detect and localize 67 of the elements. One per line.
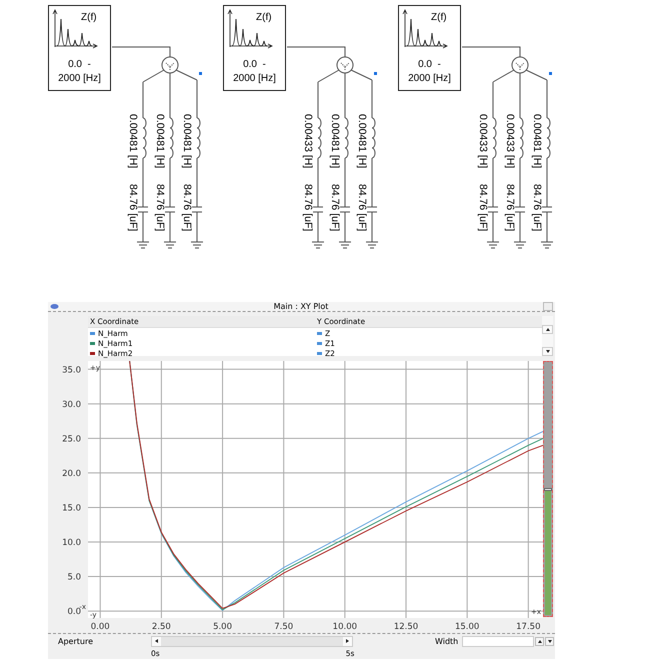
meter-title: Z(f): [81, 12, 97, 23]
meter-title: Z(f): [256, 12, 272, 23]
series-swatch: [317, 342, 322, 344]
zoom-slider[interactable]: [543, 361, 553, 617]
aperture-scrollbar[interactable]: [151, 636, 353, 646]
spectrum-icon: [52, 9, 98, 49]
window-title: Main : XY Plot: [272, 302, 330, 311]
inductance-label: 0.00481 [H]: [154, 114, 166, 168]
frequency-range-start: 0.0 -: [418, 58, 441, 71]
scroll-up-button[interactable]: [542, 325, 553, 334]
inductance-label: 0.00433 [H]: [504, 114, 516, 168]
inductance-label: 0.00481 [H]: [356, 114, 368, 168]
capacitance-label: 84.76 [uF]: [504, 184, 516, 232]
inductance-label: 0.00433 [H]: [477, 114, 489, 168]
aperture-label: Aperture: [57, 636, 94, 646]
spectrum-icon: [402, 9, 448, 49]
frequency-range-start: 0.0 -: [243, 58, 266, 71]
capacitance-label: 84.76 [uF]: [154, 184, 166, 232]
inductance-label: 0.00481 [H]: [329, 114, 341, 168]
inductance-label: 0.00433 [H]: [302, 114, 314, 168]
frequency-range-start: 0.0 -: [68, 58, 91, 71]
meter-title: Z(f): [431, 12, 447, 23]
frequency-range-end: 2000 [Hz]: [233, 72, 276, 85]
capacitance-label: 84.76 [uF]: [477, 184, 489, 232]
y-tick-label: 5.0: [67, 572, 81, 583]
width-input[interactable]: [462, 636, 534, 646]
increment-button[interactable]: [535, 636, 544, 646]
x-tick-label: 12.50: [394, 622, 418, 632]
capacitance-label: 84.76 [uF]: [302, 184, 314, 232]
scrollbar[interactable]: [542, 316, 553, 356]
inductance-label: 0.00481 [H]: [181, 114, 193, 168]
x-tick-label: 7.50: [274, 622, 294, 632]
node-marker-icon: [199, 72, 202, 75]
x-tick-label: 10.00: [332, 622, 358, 632]
frequency-range-end: 2000 [Hz]: [58, 72, 101, 85]
inductance-label: 0.00481 [H]: [531, 114, 543, 168]
slider-thumb[interactable]: [544, 488, 552, 491]
capacitance-label: 84.76 [uF]: [329, 184, 341, 232]
window-icon: [50, 303, 59, 310]
x-tick-label: 15.00: [455, 622, 480, 632]
series-swatch: [317, 352, 322, 354]
frequency-range-end: 2000 [Hz]: [408, 72, 451, 85]
node-marker-icon: [374, 72, 377, 75]
capacitance-label: 84.76 [uF]: [181, 184, 193, 232]
decrement-button[interactable]: [545, 636, 554, 646]
y-tick-label: 30.0: [62, 400, 81, 410]
capacitance-label: 84.76 [uF]: [356, 184, 368, 232]
y-tick-label: 10.0: [62, 538, 81, 548]
series-swatch: [317, 332, 322, 334]
y-tick-label: 15.0: [62, 503, 81, 514]
scroll-left-button[interactable]: [152, 636, 161, 646]
spectrum-icon: [227, 9, 273, 49]
inductance-label: 0.00481 [H]: [127, 114, 139, 168]
y-tick-label: 20.0: [62, 468, 81, 479]
x-tick-label: 2.50: [152, 622, 171, 632]
scroll-right-button[interactable]: [343, 636, 352, 646]
capacitance-label: 84.76 [uF]: [531, 184, 543, 232]
node-marker-icon: [549, 72, 552, 75]
y-tick-label: 25.0: [62, 434, 81, 444]
x-tick-label: 5.00: [213, 622, 232, 632]
capacitance-label: 84.76 [uF]: [127, 184, 139, 232]
x-tick-label: 0.00: [90, 622, 110, 632]
scroll-down-button[interactable]: [542, 347, 553, 356]
y-tick-label: 0.0: [67, 607, 81, 618]
y-tick-label: 35.0: [62, 365, 81, 376]
x-tick-label: 17.50: [516, 622, 540, 632]
width-label: Width: [435, 636, 460, 646]
